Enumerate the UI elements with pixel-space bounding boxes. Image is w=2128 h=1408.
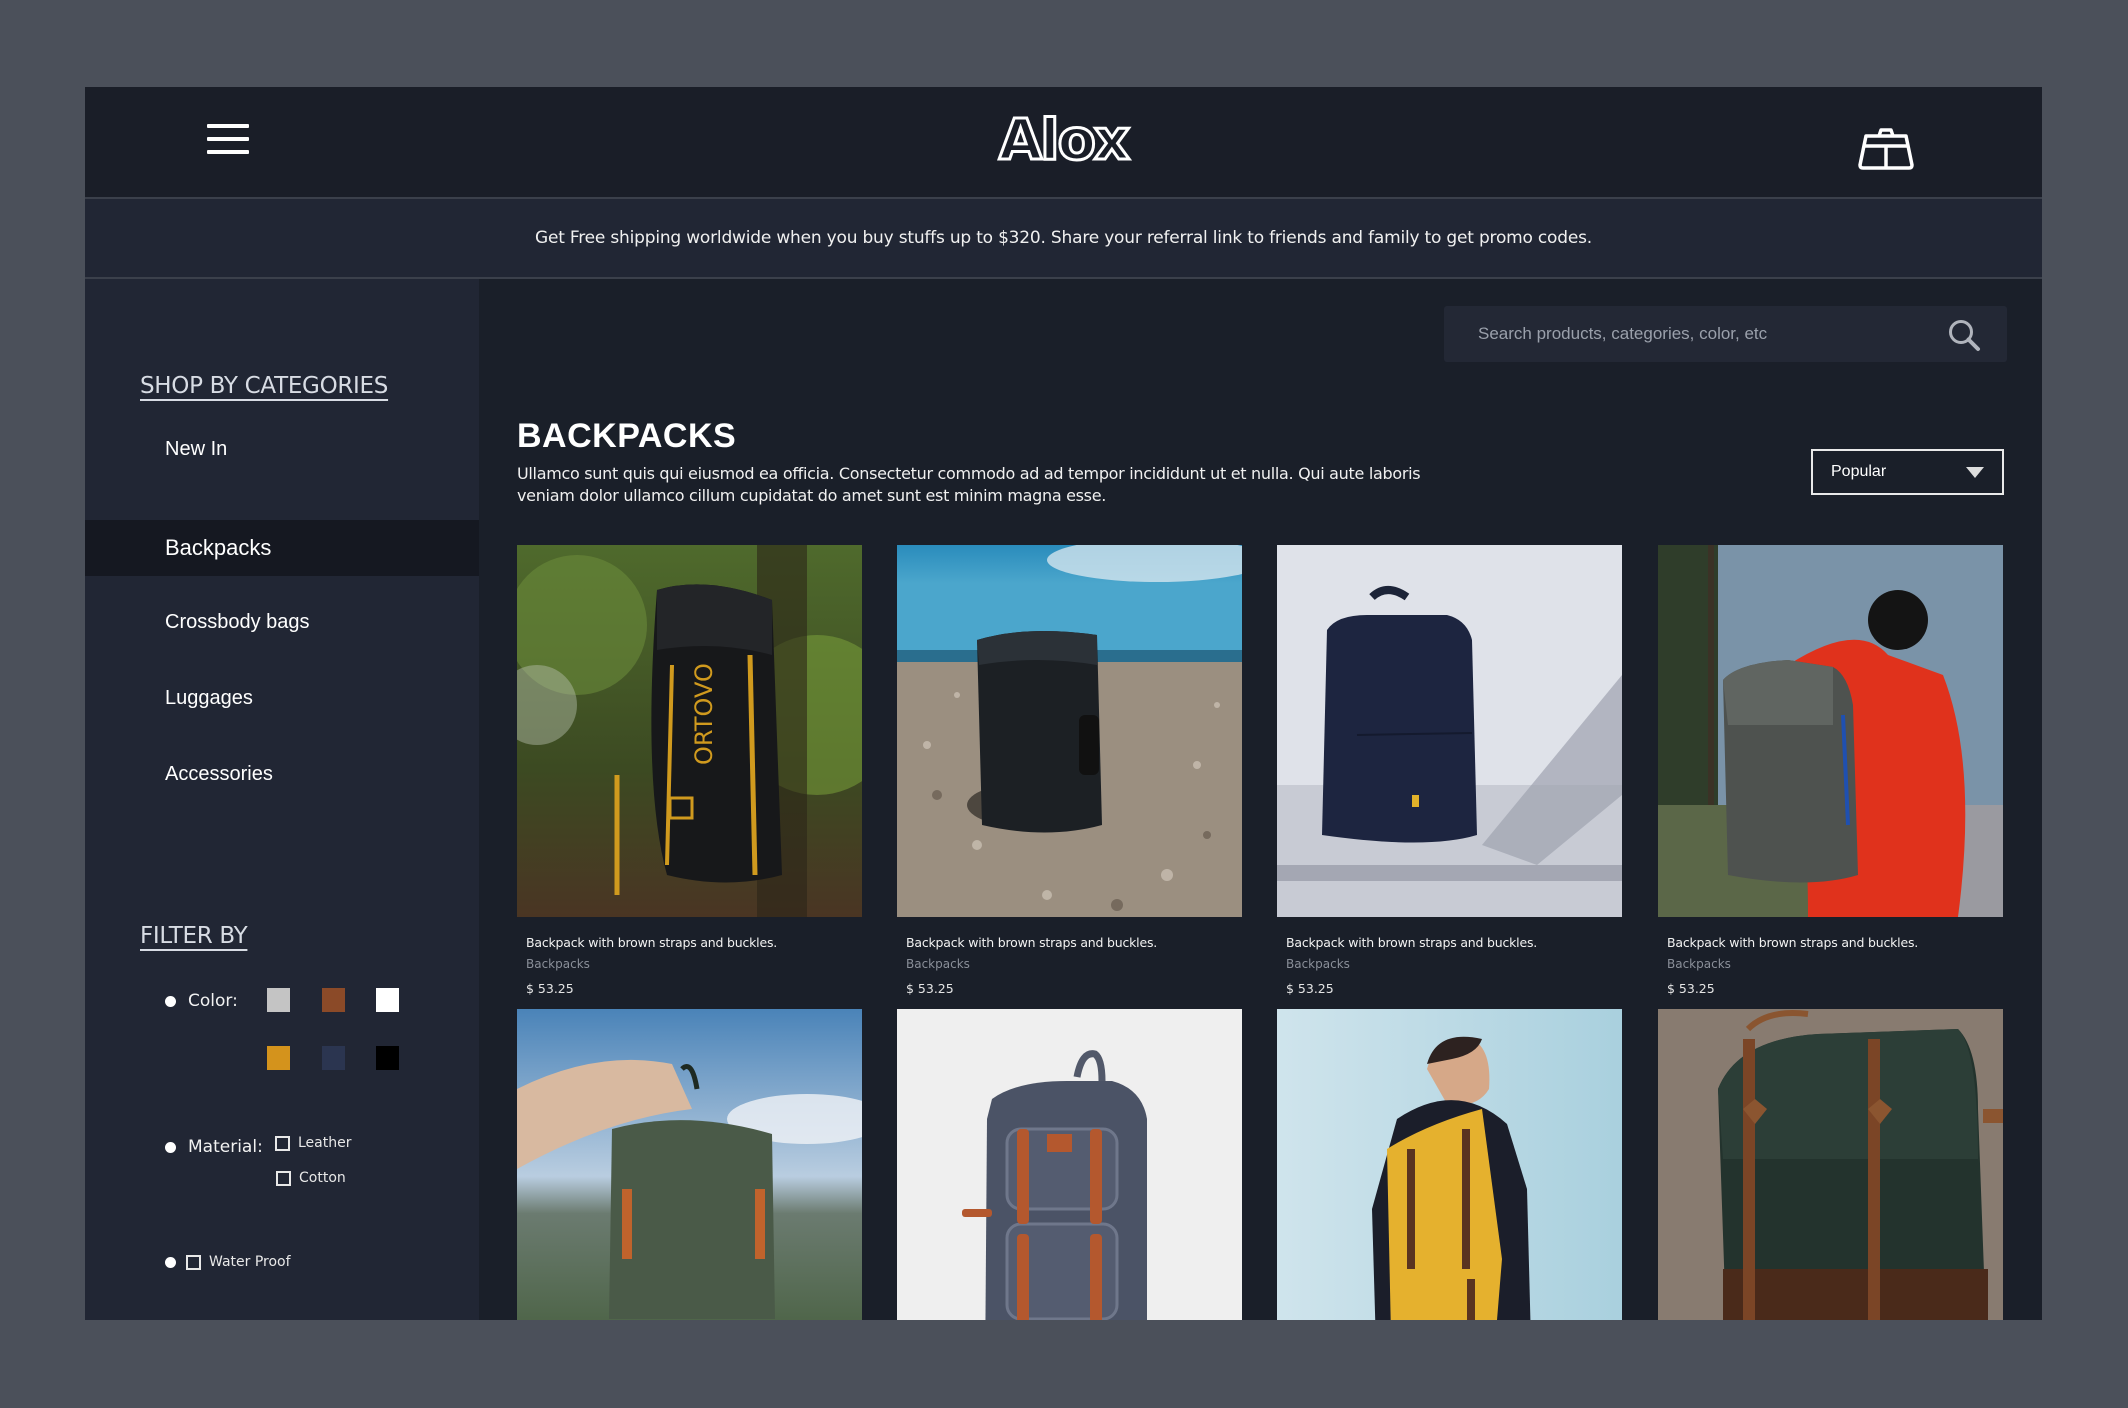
- categories-heading: SHOP BY CATEGORIES: [140, 373, 389, 399]
- color-label: Color:: [188, 991, 238, 1011]
- search-input[interactable]: [1476, 323, 1910, 345]
- sidebar-item-accessories[interactable]: Accessories: [85, 746, 479, 802]
- product-image[interactable]: [1277, 545, 1622, 917]
- leather-label: Leather: [298, 1135, 352, 1151]
- svg-text:ORTOVO: ORTOVO: [690, 663, 718, 765]
- product-title[interactable]: Backpack with brown straps and buckles.: [526, 935, 862, 950]
- product-card[interactable]: Backpack with brown straps and buckles. …: [1658, 545, 2003, 996]
- color-swatch-mustard[interactable]: [267, 1046, 290, 1070]
- color-swatch-white[interactable]: [376, 988, 399, 1012]
- leather-checkbox[interactable]: [275, 1135, 290, 1151]
- promo-banner: Get Free shipping worldwide when you buy…: [85, 199, 2042, 279]
- product-image[interactable]: [1277, 1009, 1622, 1320]
- color-swatch-brown[interactable]: [322, 988, 345, 1012]
- product-category: Backpacks: [1286, 957, 1350, 971]
- product-category: Backpacks: [526, 957, 590, 971]
- waterproof-checkbox[interactable]: [186, 1254, 201, 1270]
- promo-text: Get Free shipping worldwide when you buy…: [535, 228, 1592, 248]
- cotton-label: Cotton: [299, 1170, 346, 1186]
- color-swatch-grey[interactable]: [267, 988, 290, 1012]
- color-filter: Color:: [165, 991, 238, 1011]
- product-card[interactable]: ORTOVO Backpack with brown straps and bu…: [517, 545, 862, 996]
- sidebar-item-label: New In: [165, 437, 228, 460]
- bullet-icon: [165, 995, 176, 1007]
- category-description: Ullamco sunt quis qui eiusmod ea officia…: [517, 464, 1421, 505]
- brand-logo[interactable]: Alox: [85, 107, 2042, 174]
- sidebar-item-label: Crossbody bags: [165, 610, 310, 633]
- sidebar-item-label: Luggages: [165, 686, 253, 709]
- color-swatch-navy[interactable]: [322, 1046, 345, 1070]
- product-image[interactable]: [897, 1009, 1242, 1320]
- sidebar-item-luggages[interactable]: Luggages: [85, 670, 479, 726]
- app-window: Alox Get Free shipping worldwide when yo…: [85, 87, 2042, 1320]
- product-image[interactable]: [897, 545, 1242, 917]
- material-label: Material:: [188, 1137, 263, 1157]
- product-title[interactable]: Backpack with brown straps and buckles.: [1286, 935, 1622, 950]
- top-header: Alox: [85, 87, 2042, 199]
- bullet-icon: [165, 1141, 176, 1153]
- product-price: $ 53.25: [1286, 981, 1334, 996]
- product-card[interactable]: [1658, 1009, 2003, 1320]
- product-image[interactable]: [1658, 545, 2003, 917]
- caret-down-icon: [1966, 467, 1984, 478]
- bullet-icon: [165, 1256, 176, 1268]
- product-card[interactable]: Backpack with brown straps and buckles. …: [897, 545, 1242, 996]
- product-category: Backpacks: [1667, 957, 1731, 971]
- material-filter: Material:: [165, 1137, 263, 1157]
- search-icon[interactable]: [1947, 318, 1981, 352]
- product-image[interactable]: ORTOVO: [517, 545, 862, 917]
- sidebar-item-crossbody-bags[interactable]: Crossbody bags: [85, 594, 479, 650]
- product-image[interactable]: [517, 1009, 862, 1320]
- product-category: Backpacks: [906, 957, 970, 971]
- filter-heading: FILTER BY: [140, 923, 248, 949]
- material-option-cotton[interactable]: Cotton: [276, 1170, 346, 1186]
- sort-dropdown[interactable]: Popular: [1811, 449, 2004, 495]
- search-bar: [1444, 306, 2007, 362]
- product-title[interactable]: Backpack with brown straps and buckles.: [906, 935, 1242, 950]
- sidebar-item-label: Accessories: [165, 762, 273, 785]
- sort-selected-value: Popular: [1831, 463, 1887, 480]
- sidebar-item-backpacks[interactable]: Backpacks: [85, 520, 479, 576]
- product-card[interactable]: [517, 1009, 862, 1320]
- waterproof-label: Water Proof: [209, 1254, 291, 1270]
- product-price: $ 53.25: [1667, 981, 1715, 996]
- product-card[interactable]: Backpack with brown straps and buckles. …: [1277, 545, 1622, 996]
- product-image[interactable]: [1658, 1009, 2003, 1320]
- product-title[interactable]: Backpack with brown straps and buckles.: [1667, 935, 2003, 950]
- product-price: $ 53.25: [526, 981, 574, 996]
- color-swatch-black[interactable]: [376, 1046, 399, 1070]
- waterproof-filter[interactable]: Water Proof: [165, 1254, 291, 1270]
- product-card[interactable]: [1277, 1009, 1622, 1320]
- sidebar-item-label: Backpacks: [165, 535, 272, 560]
- cotton-checkbox[interactable]: [276, 1170, 291, 1186]
- sidebar: SHOP BY CATEGORIES New In Backpacks Cros…: [85, 279, 479, 1320]
- shopping-bag-icon[interactable]: [1858, 127, 1914, 171]
- sidebar-item-new-in[interactable]: New In: [85, 421, 479, 477]
- product-card[interactable]: [897, 1009, 1242, 1320]
- product-price: $ 53.25: [906, 981, 954, 996]
- page-title: BACKPACKS: [517, 417, 737, 455]
- material-option-leather[interactable]: Leather: [275, 1135, 351, 1151]
